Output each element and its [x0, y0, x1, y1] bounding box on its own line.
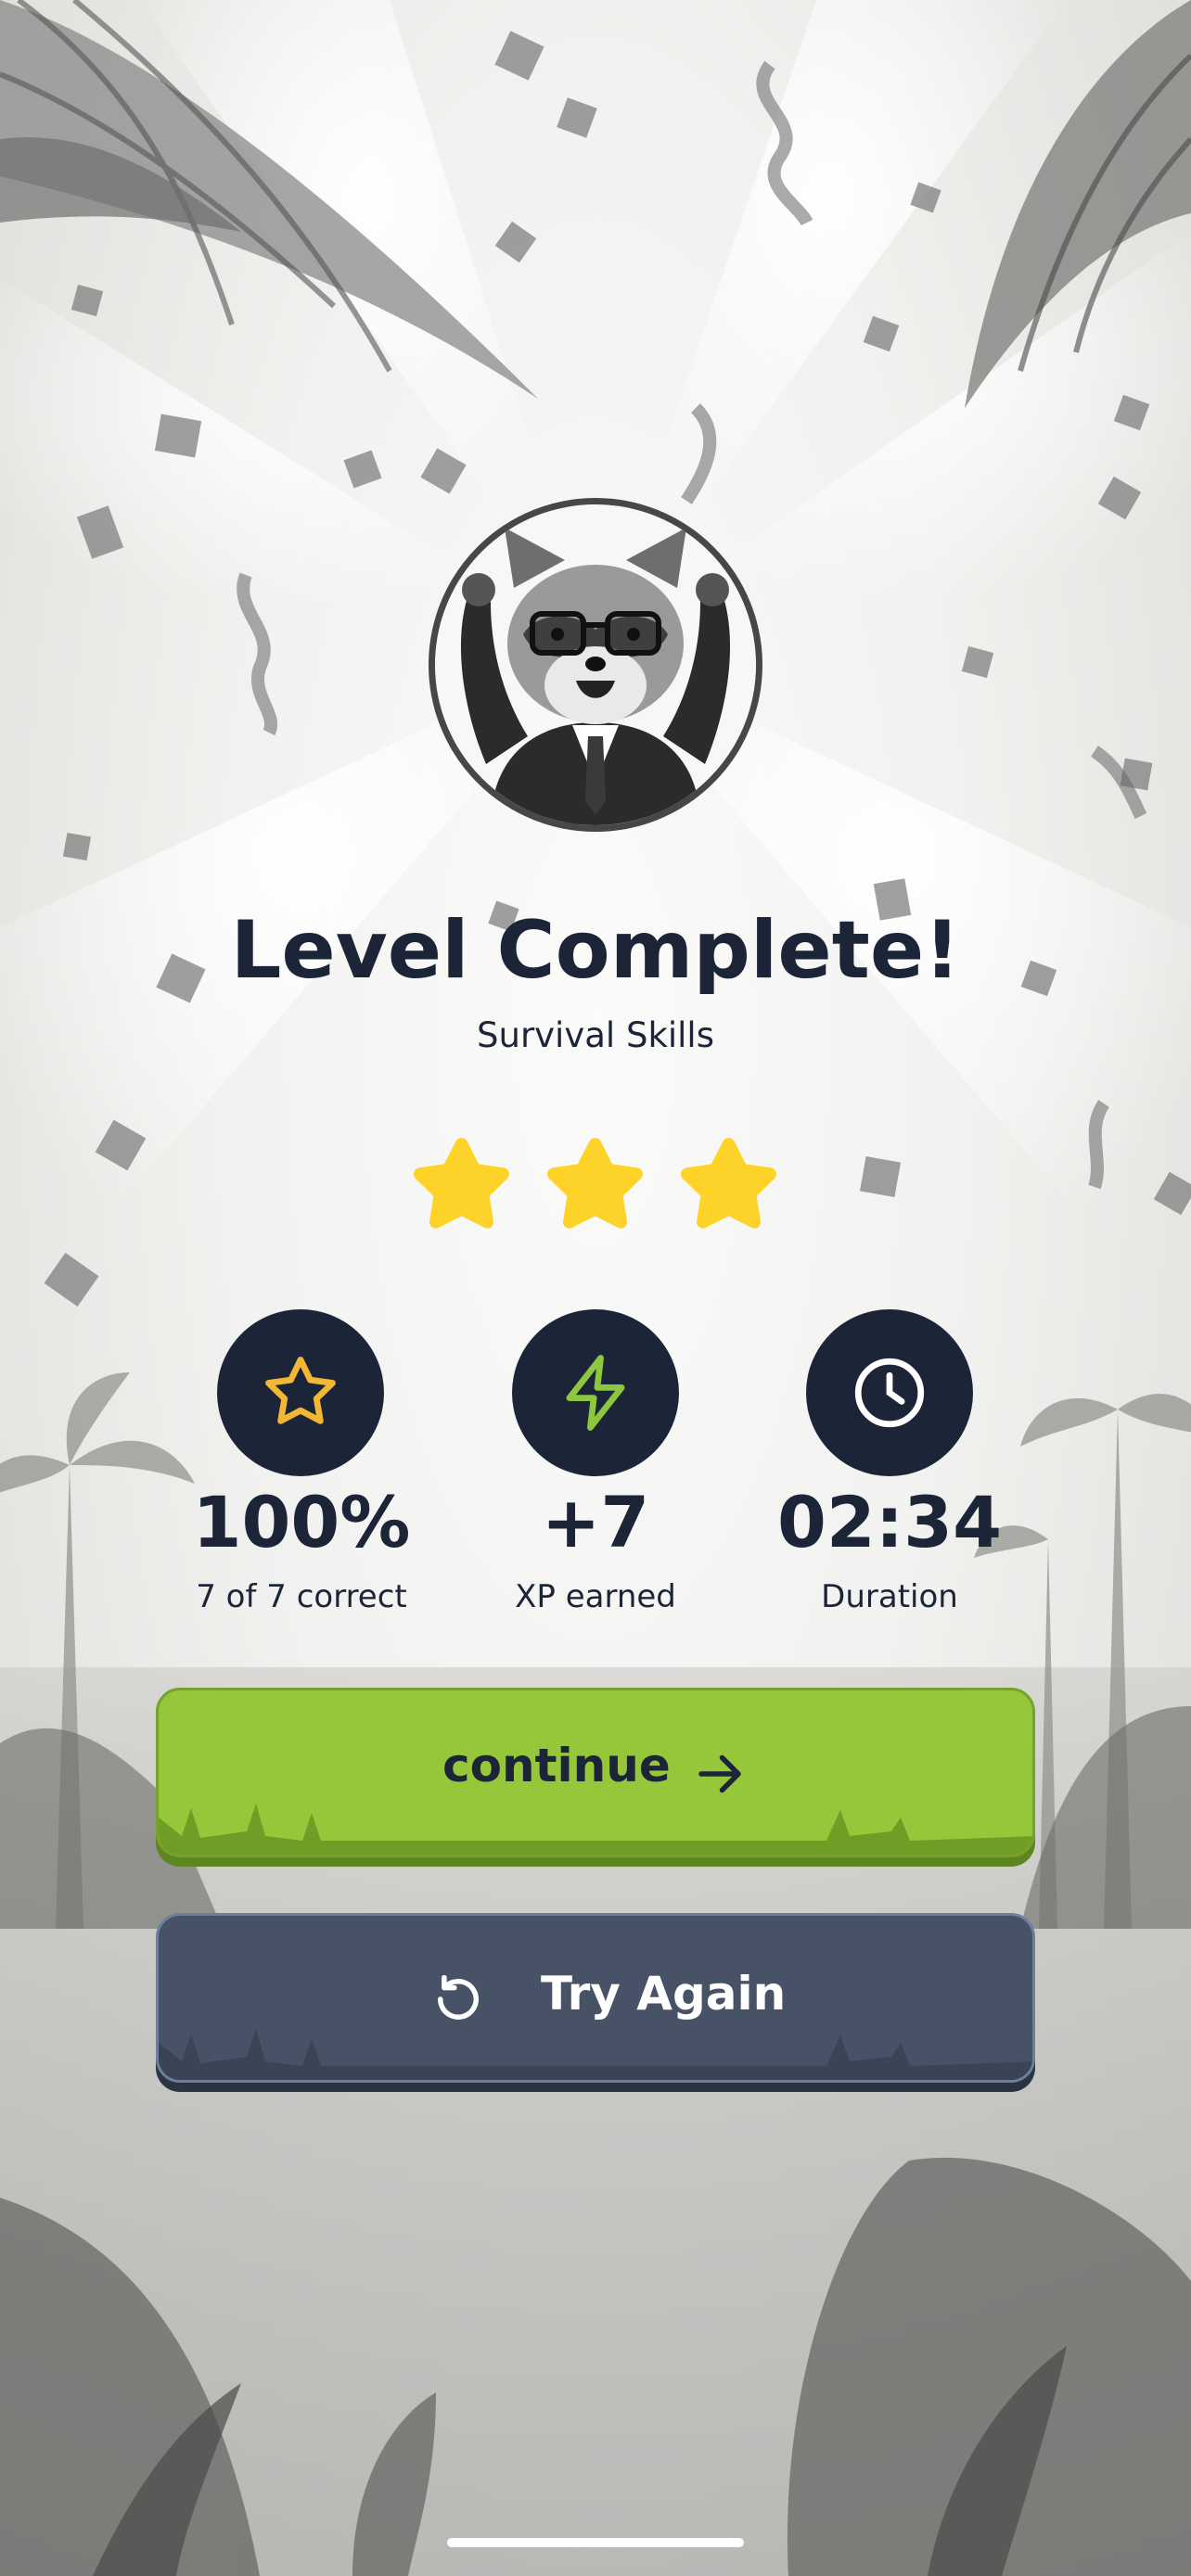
background-jungle: [0, 0, 1191, 2576]
accuracy-label: 7 of 7 correct: [196, 1578, 407, 1615]
star-outline-icon: [265, 1357, 336, 1424]
page-title: Level Complete!: [230, 904, 961, 997]
lightning-icon: [566, 1355, 625, 1431]
try-again-label: Try Again: [541, 1967, 787, 2021]
raccoon-mascot-icon: [435, 504, 756, 825]
accuracy-value: 100%: [192, 1481, 411, 1563]
grass-decoration: [159, 1804, 1032, 1855]
duration-value: 02:34: [777, 1481, 1002, 1563]
arrow-right-icon: [698, 1754, 741, 1793]
star-icon: [547, 1138, 643, 1229]
xp-label: XP earned: [515, 1578, 676, 1615]
duration-badge: [806, 1309, 973, 1476]
star-icon: [414, 1138, 509, 1229]
grass-decoration: [159, 2029, 1032, 2080]
clock-icon: [854, 1358, 925, 1428]
home-indicator[interactable]: [447, 2538, 744, 2547]
star-rating: [0, 1131, 1191, 1238]
xp-value: +7: [541, 1481, 650, 1563]
level-subtitle: Survival Skills: [477, 1015, 714, 1055]
continue-label: continue: [442, 1739, 671, 1792]
mascot-avatar: [429, 498, 762, 832]
duration-label: Duration: [821, 1578, 958, 1615]
accuracy-badge: [217, 1309, 384, 1476]
foliage-bottom: [0, 2157, 1191, 2576]
try-again-button[interactable]: Try Again: [156, 1913, 1035, 2083]
retry-icon: [438, 1974, 479, 2020]
continue-button[interactable]: continue: [156, 1688, 1035, 1857]
xp-badge: [512, 1309, 679, 1476]
star-icon: [681, 1138, 776, 1229]
